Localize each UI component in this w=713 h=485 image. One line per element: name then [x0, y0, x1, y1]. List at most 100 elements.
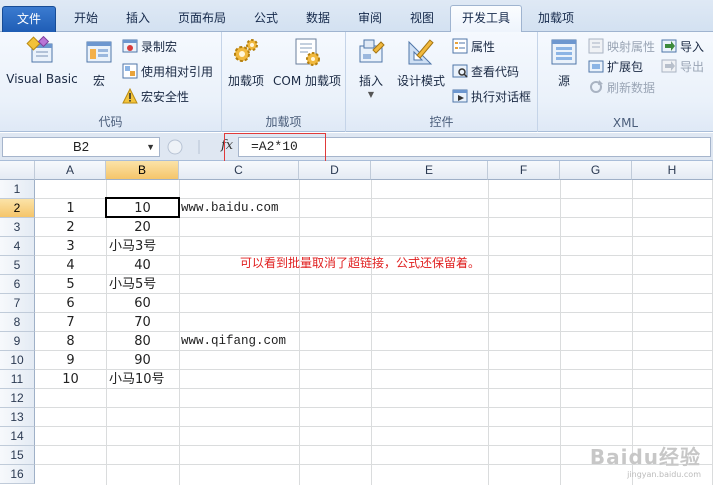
- cell-a7[interactable]: 6: [35, 294, 106, 313]
- macros-label: 宏: [92, 74, 105, 88]
- view-code-icon: [452, 63, 468, 79]
- cell-b4[interactable]: 小马3号: [109, 237, 179, 256]
- baidu-watermark: Baidu经验 jingyan.baidu.com: [590, 441, 701, 479]
- refresh-data-button[interactable]: 刷新数据: [588, 78, 655, 98]
- row-header[interactable]: 7: [0, 294, 35, 313]
- cell-b8[interactable]: 70: [106, 313, 179, 332]
- run-dialog-button[interactable]: 执行对话框: [452, 87, 531, 107]
- tab-insert[interactable]: 插入: [114, 6, 162, 32]
- watermark-url: jingyan.baidu.com: [627, 470, 701, 479]
- expansion-packs-label: 扩展包: [607, 60, 644, 74]
- chevron-down-icon[interactable]: ▼: [146, 138, 155, 156]
- column-header-c[interactable]: C: [179, 161, 299, 180]
- row-header[interactable]: 8: [0, 313, 35, 332]
- column-header-g[interactable]: G: [560, 161, 632, 180]
- design-mode-button[interactable]: 设计模式: [394, 36, 448, 89]
- tab-view[interactable]: 视图: [398, 6, 446, 32]
- cell-a3[interactable]: 2: [35, 218, 106, 237]
- column-header-h[interactable]: H: [632, 161, 713, 180]
- row-header[interactable]: 12: [0, 389, 35, 408]
- view-code-button[interactable]: 查看代码: [452, 62, 519, 82]
- row-header[interactable]: 6: [0, 275, 35, 294]
- tab-formulas[interactable]: 公式: [242, 6, 290, 32]
- warning-icon: [122, 87, 138, 104]
- record-macro-button[interactable]: 录制宏: [122, 37, 177, 57]
- cell-a6[interactable]: 5: [35, 275, 106, 294]
- xml-source-button[interactable]: 源: [546, 36, 582, 89]
- cell-a10[interactable]: 9: [35, 351, 106, 370]
- name-box-value: B2: [73, 139, 89, 154]
- annotation-note: 可以看到批量取消了超链接，公式还保留着。: [240, 256, 481, 270]
- tab-page-layout[interactable]: 页面布局: [166, 6, 238, 32]
- chevron-down-icon: ▼: [367, 90, 375, 99]
- properties-button[interactable]: 属性: [452, 37, 495, 57]
- cell-b3[interactable]: 20: [106, 218, 179, 237]
- row-header[interactable]: 5: [0, 256, 35, 275]
- addins-button[interactable]: 加载项: [226, 36, 266, 89]
- group-code-label: 代码: [98, 115, 123, 129]
- xml-import-button[interactable]: 导入: [661, 37, 704, 57]
- row-header[interactable]: 4: [0, 237, 35, 256]
- xml-export-button[interactable]: 导出: [661, 57, 704, 77]
- com-addins-button[interactable]: COM 加载项: [270, 36, 344, 89]
- row-header[interactable]: 15: [0, 446, 35, 465]
- row-header[interactable]: 11: [0, 370, 35, 389]
- tab-file[interactable]: 文件: [2, 6, 56, 32]
- row-header[interactable]: 1: [0, 180, 35, 199]
- xml-source-icon: [548, 36, 580, 68]
- cell-c2[interactable]: www.baidu.com: [181, 199, 279, 218]
- relative-ref-button[interactable]: 使用相对引用: [122, 62, 213, 82]
- row-header[interactable]: 2: [0, 199, 35, 218]
- row-header[interactable]: 10: [0, 351, 35, 370]
- cell-b10[interactable]: 90: [106, 351, 179, 370]
- map-properties-button[interactable]: 映射属性: [588, 37, 655, 57]
- row-header[interactable]: 14: [0, 427, 35, 446]
- insert-control-button[interactable]: 插入 ▼: [352, 36, 390, 99]
- group-addins: 加载项 COM 加载项 加载项: [222, 32, 346, 132]
- cell-b9[interactable]: 80: [106, 332, 179, 351]
- map-properties-label: 映射属性: [607, 40, 656, 54]
- column-header-d[interactable]: D: [299, 161, 371, 180]
- select-all-corner[interactable]: [0, 161, 35, 180]
- group-xml: 源 映射属性 扩展包 刷新数据 导入 导出 XML: [538, 32, 713, 132]
- column-header-e[interactable]: E: [371, 161, 488, 180]
- tab-developer[interactable]: 开发工具: [450, 5, 522, 33]
- cell-c9[interactable]: www.qifang.com: [181, 332, 286, 351]
- visual-basic-button[interactable]: Visual Basic: [4, 35, 80, 86]
- expansion-packs-button[interactable]: 扩展包: [588, 57, 643, 77]
- tab-data[interactable]: 数据: [294, 6, 342, 32]
- toolbox-icon: [355, 36, 387, 68]
- row-header[interactable]: 13: [0, 408, 35, 427]
- macros-button[interactable]: 宏: [82, 36, 116, 89]
- column-header-b[interactable]: B: [106, 161, 179, 180]
- formula-bar: B2 ▼ fx =A2*10: [0, 133, 713, 161]
- refresh-data-label: 刷新数据: [607, 81, 656, 95]
- name-box[interactable]: B2 ▼: [2, 137, 160, 157]
- tab-home[interactable]: 开始: [62, 6, 110, 32]
- cell-a8[interactable]: 7: [35, 313, 106, 332]
- column-header-a[interactable]: A: [35, 161, 106, 180]
- macro-security-button[interactable]: 宏安全性: [122, 87, 189, 107]
- row-header[interactable]: 9: [0, 332, 35, 351]
- cell-b6[interactable]: 小马5号: [109, 275, 179, 294]
- relative-ref-label: 使用相对引用: [141, 65, 214, 79]
- cell-b11[interactable]: 小马10号: [109, 370, 199, 389]
- cell-a9[interactable]: 8: [35, 332, 106, 351]
- cell-a5[interactable]: 4: [35, 256, 106, 275]
- row-header[interactable]: 16: [0, 465, 35, 484]
- row-header[interactable]: 3: [0, 218, 35, 237]
- tab-addins[interactable]: 加载项: [526, 6, 586, 32]
- visual-basic-label: Visual Basic: [6, 72, 78, 86]
- cell-a11[interactable]: 10: [35, 370, 106, 389]
- ribbon-tab-bar: 文件 开始 插入 页面布局 公式 数据 审阅 视图 开发工具 加载项: [0, 0, 713, 33]
- group-code: Visual Basic 宏 录制宏 使用相对引用 宏安全性 代码: [0, 32, 222, 132]
- record-macro-icon: [122, 38, 138, 54]
- cell-b7[interactable]: 60: [106, 294, 179, 313]
- cell-b5[interactable]: 40: [106, 256, 179, 275]
- tab-review[interactable]: 审阅: [346, 6, 394, 32]
- spreadsheet-grid[interactable]: A B C D E F G H 1 2 3 4 5 6 7 8 9 10 11 …: [0, 161, 713, 485]
- properties-label: 属性: [471, 40, 496, 54]
- cell-a2[interactable]: 1: [35, 199, 106, 218]
- cell-a4[interactable]: 3: [35, 237, 106, 256]
- column-header-f[interactable]: F: [488, 161, 560, 180]
